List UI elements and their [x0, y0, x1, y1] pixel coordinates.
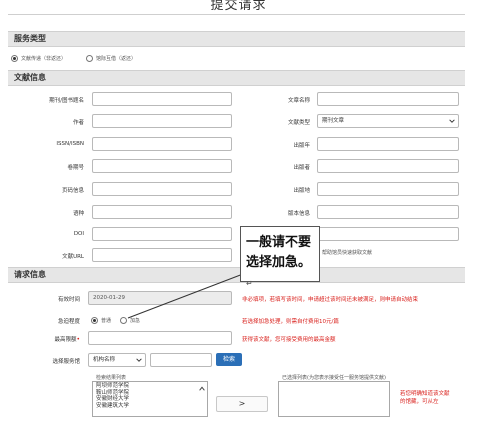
valid-time-label: 有效时间: [57, 297, 80, 303]
edition-label: 版本信息: [287, 211, 310, 217]
scroll-up-icon[interactable]: [199, 386, 205, 391]
result-listbox[interactable]: 阿坝师范学院 鞍山师范学院 安徽财经大学 安徽建筑大学: [92, 381, 208, 417]
callout-return-mark: ↵: [246, 279, 253, 288]
doc-type-label: 文献类型: [287, 120, 310, 126]
urgency-note: 若选择加急处理，则需自付费用10元/篇: [242, 319, 339, 325]
callout-text: 一般请不要选择加急。: [246, 235, 312, 270]
urgency-normal-radio[interactable]: [91, 317, 98, 324]
volume-label: 卷期号: [67, 165, 84, 171]
author-label: 作者: [72, 120, 84, 126]
chevron-down-icon: [449, 119, 455, 123]
title-divider: [8, 14, 465, 15]
service-type-header: 服务类型: [8, 31, 465, 47]
selected-note: 若您明确知道该文献的馆藏，可从左: [400, 391, 450, 405]
chevron-down-icon: [136, 358, 142, 362]
pub-place-label: 出版地: [293, 188, 310, 194]
service-lib-select[interactable]: 机构名称: [88, 353, 146, 367]
service-lib-label: 选择服务馆: [52, 359, 80, 365]
article-title-label: 文章名称: [287, 98, 310, 104]
journal-title-label: 期刊/图书题名: [49, 98, 84, 104]
extra-input[interactable]: [317, 227, 459, 241]
result-list-title: 检索结果列表: [96, 375, 127, 381]
max-cost-label: 最高限额•: [40, 335, 80, 343]
urgency-express-radio[interactable]: [120, 317, 127, 324]
url-label: 文献URL: [62, 254, 84, 260]
request-info-header: 请求信息: [8, 267, 465, 283]
page-title: 提交请求: [210, 0, 267, 13]
journal-title-input[interactable]: [92, 92, 232, 106]
url-hint: 帮助馆员快速获取文献: [322, 250, 373, 256]
move-right-button[interactable]: >: [216, 396, 268, 412]
publisher-label: 出版者: [293, 165, 310, 171]
callout-box: 一般请不要选择加急。 ↵: [240, 226, 320, 288]
doc-info-header: 文献信息: [8, 70, 465, 86]
selected-list-title: 已选择列表(为您表示接受任一服务馆提供文献): [282, 375, 386, 381]
pub-year-input[interactable]: [317, 137, 459, 151]
issn-input[interactable]: [92, 137, 232, 151]
doc-type-select[interactable]: 期刊文章: [317, 114, 459, 128]
max-cost-required-mark: •: [76, 336, 80, 343]
max-cost-label-text: 最高限额: [54, 337, 77, 343]
service-option-delivery-label: 文献传递（非返还）: [21, 56, 67, 62]
language-input[interactable]: [92, 205, 232, 219]
urgency-normal-label: 普通: [101, 318, 112, 324]
doi-input[interactable]: [92, 227, 232, 241]
service-lib-search-input[interactable]: [150, 353, 212, 367]
issn-label: ISSN/ISBN: [56, 141, 84, 147]
service-option-delivery-radio[interactable]: [11, 55, 18, 62]
doi-label: DOI: [73, 231, 84, 237]
list-item[interactable]: 安徽建筑大学: [96, 403, 204, 410]
service-option-loan-label: 馆际互借（返还）: [96, 56, 137, 62]
max-cost-note: 获得该文献，您可接受费用的最高金额: [242, 337, 336, 343]
valid-time-note: 非必填项，若填写该时间，申请超过该时间还未被满足，则申请自动结束: [242, 297, 419, 303]
article-title-input[interactable]: [317, 92, 459, 106]
author-input[interactable]: [92, 114, 232, 128]
url-input[interactable]: [92, 248, 232, 262]
doc-type-value: 期刊文章: [322, 118, 345, 124]
pub-place-input[interactable]: [317, 182, 459, 196]
urgency-express-label: 加急: [130, 318, 141, 324]
selected-listbox[interactable]: [278, 381, 390, 417]
edition-input[interactable]: [317, 205, 459, 219]
publisher-input[interactable]: [317, 159, 459, 173]
max-cost-input[interactable]: [88, 331, 232, 345]
pages-label: 页码信息: [61, 188, 84, 194]
service-lib-select-value: 机构名称: [93, 357, 116, 363]
urgency-label: 急迫程度: [57, 319, 80, 325]
service-option-loan-radio[interactable]: [86, 55, 93, 62]
valid-time-input[interactable]: 2020-01-29: [88, 291, 232, 305]
language-label: 语种: [72, 211, 84, 217]
search-button[interactable]: 检索: [216, 353, 242, 366]
pages-input[interactable]: [92, 182, 232, 196]
pub-year-label: 出版年: [293, 143, 310, 149]
volume-input[interactable]: [92, 159, 232, 173]
